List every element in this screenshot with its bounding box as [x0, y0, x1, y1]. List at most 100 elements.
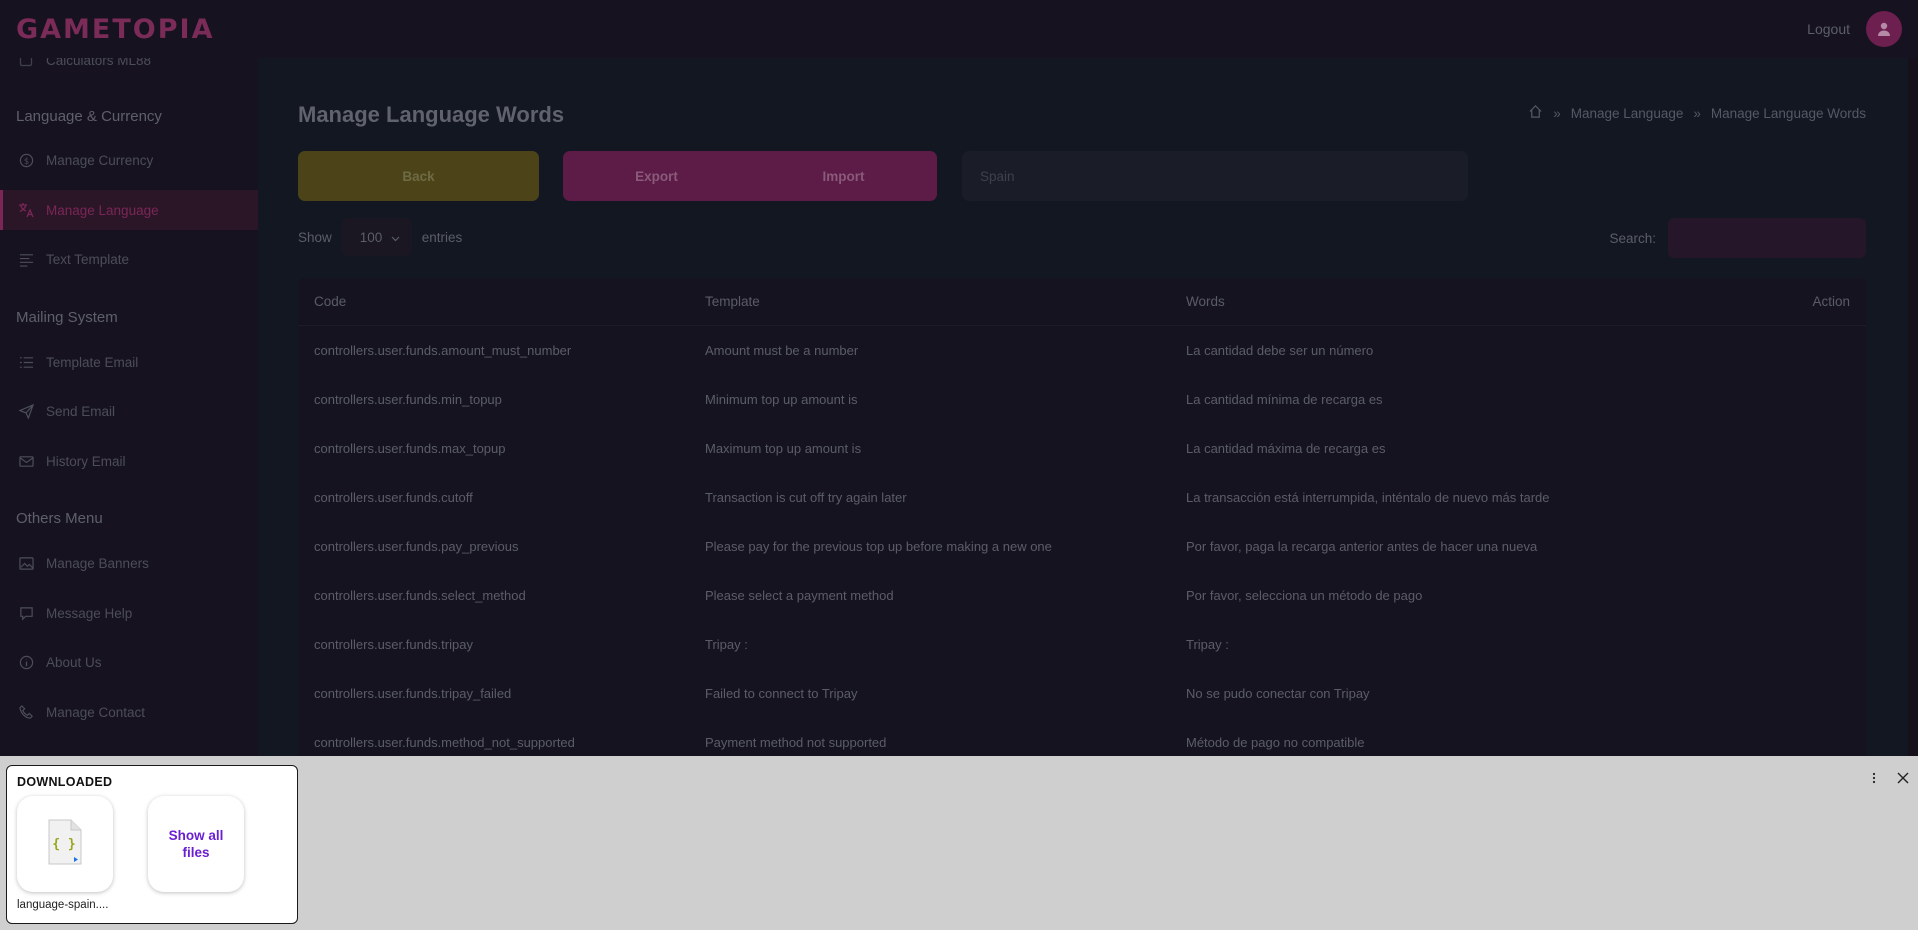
column-words[interactable]: Words — [1186, 294, 1746, 309]
sidebar-item-send-email[interactable]: Send Email — [0, 391, 258, 431]
entries-select[interactable]: 100 — [341, 218, 412, 256]
language-input[interactable]: Spain — [962, 151, 1468, 201]
search-input[interactable] — [1668, 218, 1866, 258]
sidebar-item-manage-language[interactable]: Manage Language — [0, 190, 258, 230]
downloads-title: DOWNLOADED — [17, 775, 113, 789]
cell-code: controllers.user.funds.method_not_suppor… — [314, 735, 575, 750]
table-row: controllers.user.funds.select_method Ple… — [298, 571, 1866, 620]
show-all-files-button[interactable]: Show all files — [148, 796, 244, 892]
sidebar-item-label: Calculators ML88 — [46, 58, 152, 68]
sidebar-item-label: Manage Banners — [46, 555, 149, 571]
cell-code: controllers.user.funds.select_method — [314, 588, 526, 603]
align-left-icon — [18, 251, 34, 267]
column-action[interactable]: Action — [1746, 294, 1866, 309]
sidebar-item-label: About Us — [46, 654, 102, 670]
sidebar-item-manage-banners[interactable]: Manage Banners — [0, 543, 258, 583]
table-row: controllers.user.funds.min_topup Minimum… — [298, 375, 1866, 424]
cell-template: Failed to connect to Tripay — [705, 686, 858, 701]
sidebar-item-label: Text Template — [46, 251, 130, 267]
cell-template: Please select a payment method — [705, 588, 894, 603]
sidebar-item-manage-contact[interactable]: Manage Contact — [0, 692, 258, 732]
cell-words: La cantidad máxima de recarga es — [1186, 441, 1386, 456]
cell-words: La cantidad mínima de recarga es — [1186, 392, 1383, 407]
cell-words: Por favor, selecciona un método de pago — [1186, 588, 1423, 603]
cell-words: La cantidad debe ser un número — [1186, 343, 1374, 358]
info-icon — [18, 654, 34, 670]
cell-code: controllers.user.funds.tripay — [314, 637, 473, 652]
cell-code: controllers.user.funds.cutoff — [314, 490, 473, 505]
sidebar-item-about-us[interactable]: About Us — [0, 642, 258, 682]
cell-template: Tripay : — [705, 637, 748, 652]
cell-template: Minimum top up amount is — [705, 392, 858, 407]
downloaded-file-tile[interactable]: { } — [17, 796, 113, 892]
sidebar-item-label: Template Email — [46, 354, 139, 370]
export-button[interactable]: Export — [563, 151, 750, 201]
sidebar-item-label: Message Help — [46, 605, 133, 621]
entries-label: entries — [421, 229, 463, 245]
json-file-icon: { } — [45, 818, 85, 871]
page-scrollbar[interactable] — [1908, 58, 1918, 756]
cell-code: controllers.user.funds.pay_previous — [314, 539, 519, 554]
breadcrumb-current: Manage Language Words — [1710, 105, 1866, 121]
list-icon — [18, 354, 34, 370]
table-search: Search: — [1609, 218, 1866, 258]
downloaded-file-name[interactable]: language-spain.... — [17, 899, 108, 911]
export-import-group: Export Import — [563, 151, 937, 201]
search-label: Search: — [1609, 230, 1656, 246]
table-row: controllers.user.funds.tripay_failed Fai… — [298, 669, 1866, 718]
sidebar-item-manage-currency[interactable]: $ Manage Currency — [0, 140, 258, 180]
breadcrumb: » Manage Language » Manage Language Word… — [1528, 104, 1866, 122]
cell-words: Tripay : — [1186, 637, 1229, 652]
cell-code: controllers.user.funds.amount_must_numbe… — [314, 343, 572, 358]
words-table: Code Template Words Action controllers.u… — [298, 278, 1866, 838]
sidebar-item-label: History Email — [46, 453, 126, 469]
cell-template: Amount must be a number — [705, 343, 859, 358]
sidebar-item-text-template[interactable]: Text Template — [0, 239, 258, 279]
sidebar-section-language: Language & Currency — [16, 108, 162, 125]
show-label: Show — [298, 229, 332, 245]
brand-logo[interactable]: GAMETOPIA — [16, 14, 214, 45]
top-header: GAMETOPIA Logout — [0, 0, 1918, 58]
sidebar-item-calculators[interactable]: Calculators ML88 — [0, 58, 258, 80]
sidebar-item-message-help[interactable]: Message Help — [0, 593, 258, 633]
chevron-double-right-icon: » — [1553, 105, 1561, 121]
table-row: controllers.user.funds.max_topup Maximum… — [298, 424, 1866, 473]
user-icon — [1878, 22, 1890, 36]
sidebar-item-template-email[interactable]: Template Email — [0, 342, 258, 382]
import-button[interactable]: Import — [750, 151, 937, 201]
cell-code: controllers.user.funds.max_topup — [314, 441, 506, 456]
show-all-files-label: Show all files — [168, 828, 224, 860]
back-button[interactable]: Back — [298, 151, 539, 201]
cell-words: La transacción está interrumpida, intént… — [1186, 490, 1550, 505]
downloads-panel: DOWNLOADED { } language-spain.... Show a… — [6, 765, 298, 924]
home-icon[interactable] — [1528, 104, 1543, 122]
show-entries: Show 100 entries — [298, 218, 462, 256]
page-title: Manage Language Words — [298, 102, 565, 127]
sidebar-item-label: Manage Contact — [46, 704, 146, 720]
close-icon[interactable] — [1894, 768, 1912, 788]
column-template[interactable]: Template — [705, 294, 1186, 309]
message-icon — [18, 605, 34, 621]
cell-template: Transaction is cut off try again later — [705, 490, 907, 505]
phone-icon — [18, 704, 34, 720]
table-row: controllers.user.funds.cutoff Transactio… — [298, 473, 1866, 522]
sidebar-item-label: Send Email — [46, 403, 116, 419]
table-row: controllers.user.funds.tripay Tripay : T… — [298, 620, 1866, 669]
table-row: controllers.user.funds.pay_previous Plea… — [298, 522, 1866, 571]
cell-template: Please pay for the previous top up befor… — [705, 539, 1052, 554]
sidebar-section-others: Others Menu — [16, 510, 103, 527]
translate-icon — [18, 202, 34, 218]
sidebar-item-label: Manage Language — [46, 202, 159, 218]
table-header: Code Template Words Action — [298, 278, 1866, 326]
sidebar-item-history-email[interactable]: History Email — [0, 441, 258, 481]
entries-value: 100 — [359, 229, 383, 245]
send-icon — [18, 403, 34, 419]
breadcrumb-manage-language[interactable]: Manage Language — [1571, 106, 1684, 121]
more-options-icon[interactable] — [1866, 768, 1882, 788]
avatar[interactable] — [1866, 11, 1902, 47]
cell-code: controllers.user.funds.tripay_failed — [314, 686, 512, 701]
logout-link[interactable]: Logout — [1807, 21, 1850, 37]
cell-words: Método de pago no compatible — [1186, 735, 1365, 750]
column-code[interactable]: Code — [298, 294, 705, 309]
svg-text:{ }: { } — [52, 837, 75, 852]
